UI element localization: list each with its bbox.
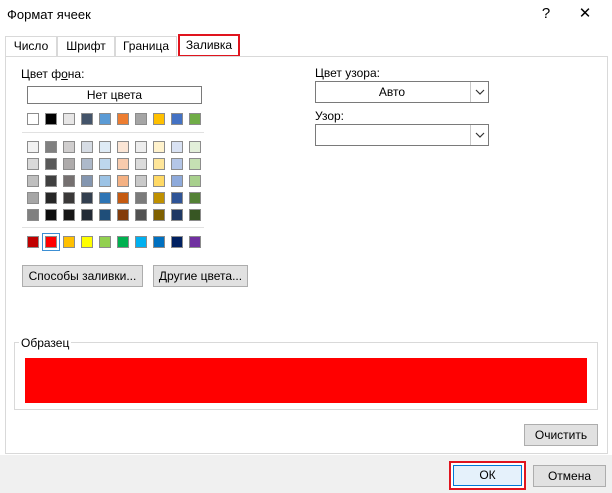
sample-label: Образец	[19, 336, 72, 350]
color-swatch[interactable]	[99, 113, 111, 125]
color-swatch[interactable]	[117, 192, 129, 204]
color-swatch[interactable]	[153, 209, 165, 221]
pattern-color-label: Цвет узора:	[315, 66, 380, 80]
color-swatch[interactable]	[99, 158, 111, 170]
color-swatch[interactable]	[153, 236, 165, 248]
color-swatch[interactable]	[135, 141, 147, 153]
color-swatch[interactable]	[63, 113, 75, 125]
color-swatch[interactable]	[27, 236, 39, 248]
color-swatch[interactable]	[81, 209, 93, 221]
color-swatch[interactable]	[171, 236, 183, 248]
cancel-button[interactable]: Отмена	[533, 465, 606, 487]
tab-border[interactable]: Граница	[115, 36, 177, 57]
color-swatch[interactable]	[189, 236, 201, 248]
color-swatch[interactable]	[81, 158, 93, 170]
color-swatch[interactable]	[171, 192, 183, 204]
color-swatch[interactable]	[99, 175, 111, 187]
color-swatch[interactable]	[153, 141, 165, 153]
chevron-down-icon[interactable]	[470, 125, 488, 145]
pattern-color-dropdown[interactable]: Авто	[315, 81, 489, 103]
color-swatch[interactable]	[63, 158, 75, 170]
tab-fill[interactable]: Заливка	[178, 34, 240, 57]
color-swatch[interactable]	[81, 236, 93, 248]
color-swatch[interactable]	[42, 233, 60, 251]
color-swatch[interactable]	[135, 209, 147, 221]
color-swatch[interactable]	[45, 158, 57, 170]
color-swatch[interactable]	[171, 141, 183, 153]
window-title: Формат ячеек	[7, 7, 91, 22]
color-swatch[interactable]	[81, 113, 93, 125]
separator	[22, 227, 204, 228]
color-swatch[interactable]	[27, 113, 39, 125]
color-swatch[interactable]	[153, 158, 165, 170]
color-swatch[interactable]	[99, 236, 111, 248]
color-swatch[interactable]	[117, 113, 129, 125]
color-swatch[interactable]	[135, 236, 147, 248]
color-swatch[interactable]	[171, 158, 183, 170]
color-swatch[interactable]	[99, 192, 111, 204]
color-swatch[interactable]	[189, 141, 201, 153]
color-swatch[interactable]	[117, 158, 129, 170]
pattern-style-dropdown[interactable]	[315, 124, 489, 146]
ok-button[interactable]: ОК	[453, 465, 522, 486]
color-swatch[interactable]	[135, 175, 147, 187]
color-swatch[interactable]	[63, 141, 75, 153]
pattern-color-value: Авто	[378, 85, 406, 99]
clear-button[interactable]: Очистить	[524, 424, 598, 446]
color-swatch[interactable]	[171, 175, 183, 187]
color-swatch[interactable]	[189, 158, 201, 170]
color-swatch[interactable]	[81, 192, 93, 204]
color-swatch[interactable]	[117, 236, 129, 248]
sample-preview	[25, 358, 587, 403]
color-swatch[interactable]	[63, 175, 75, 187]
color-swatch[interactable]	[27, 141, 39, 153]
color-swatch[interactable]	[117, 175, 129, 187]
title-bar: Формат ячеек ? ✕	[0, 0, 612, 30]
color-swatch[interactable]	[99, 141, 111, 153]
pattern-style-label: Узор:	[315, 109, 344, 123]
color-swatch[interactable]	[27, 158, 39, 170]
color-swatch[interactable]	[153, 113, 165, 125]
no-color-button[interactable]: Нет цвета	[27, 86, 202, 104]
color-swatch[interactable]	[27, 209, 39, 221]
color-swatch[interactable]	[189, 192, 201, 204]
ok-button-highlight: ОК	[449, 461, 526, 490]
color-swatch[interactable]	[135, 113, 147, 125]
color-swatch[interactable]	[171, 209, 183, 221]
color-swatch[interactable]	[189, 113, 201, 125]
more-colors-button[interactable]: Другие цвета...	[153, 265, 248, 287]
fill-effects-button[interactable]: Способы заливки...	[22, 265, 143, 287]
help-button[interactable]: ?	[538, 5, 554, 23]
separator	[22, 132, 204, 133]
color-swatch[interactable]	[153, 175, 165, 187]
color-swatch[interactable]	[99, 209, 111, 221]
color-swatch[interactable]	[189, 209, 201, 221]
close-button[interactable]: ✕	[575, 5, 595, 23]
tab-number[interactable]: Число	[5, 36, 57, 57]
color-swatch[interactable]	[45, 141, 57, 153]
chevron-down-icon[interactable]	[470, 82, 488, 102]
color-swatch[interactable]	[63, 209, 75, 221]
color-swatch[interactable]	[171, 113, 183, 125]
color-swatch[interactable]	[45, 113, 57, 125]
color-swatch[interactable]	[117, 209, 129, 221]
color-swatch[interactable]	[45, 209, 57, 221]
color-swatch[interactable]	[81, 175, 93, 187]
color-swatch[interactable]	[117, 141, 129, 153]
color-swatch[interactable]	[189, 175, 201, 187]
color-swatch[interactable]	[135, 158, 147, 170]
background-color-label: Цвет фона:	[21, 67, 85, 81]
color-swatch[interactable]	[135, 192, 147, 204]
color-swatch[interactable]	[153, 192, 165, 204]
color-swatch[interactable]	[27, 175, 39, 187]
color-swatch[interactable]	[63, 192, 75, 204]
color-swatch[interactable]	[27, 192, 39, 204]
color-swatch[interactable]	[45, 192, 57, 204]
tab-font[interactable]: Шрифт	[57, 36, 115, 57]
color-swatch[interactable]	[81, 141, 93, 153]
color-swatch[interactable]	[63, 236, 75, 248]
color-swatch[interactable]	[45, 175, 57, 187]
